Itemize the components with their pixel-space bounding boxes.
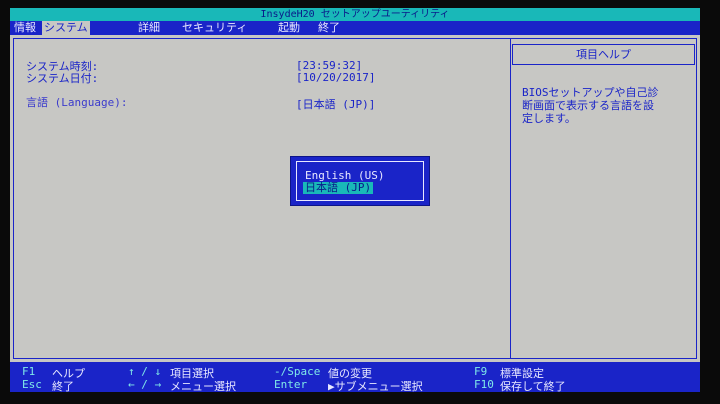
key-updown: ↑ / ↓ bbox=[128, 365, 162, 378]
language-value[interactable]: [日本語 (JP)] bbox=[296, 96, 375, 112]
key-f1: F1 bbox=[22, 365, 36, 378]
tab-security[interactable]: セキュリティ bbox=[180, 21, 249, 35]
help-header: 項目ヘルプ bbox=[512, 44, 695, 65]
help-line: BIOSセットアップや自己診 bbox=[522, 86, 659, 99]
system-date-label: システム日付: bbox=[26, 72, 99, 85]
help-line: 定します。 bbox=[522, 112, 576, 125]
window-title: InsydeH20 セットアップユーティリティ bbox=[10, 8, 700, 21]
key-esc-desc: 終了 bbox=[52, 380, 74, 393]
key-f9: F9 bbox=[474, 365, 488, 378]
tab-boot[interactable]: 起動 bbox=[276, 21, 302, 35]
key-f10-desc: 保存して終了 bbox=[500, 380, 566, 393]
key-f10: F10 bbox=[474, 378, 494, 391]
tab-advanced[interactable]: 詳細 bbox=[136, 21, 162, 35]
tab-info[interactable]: 情報 bbox=[12, 21, 38, 35]
tab-system[interactable]: システム bbox=[42, 21, 90, 35]
tab-exit[interactable]: 終了 bbox=[316, 21, 342, 35]
language-label: 言語 (Language): bbox=[26, 96, 128, 109]
popup-border: English (US) 日本語 (JP) bbox=[296, 161, 424, 201]
panel-divider bbox=[510, 38, 511, 359]
help-line: 断画面で表示する言語を設 bbox=[522, 99, 654, 112]
key-space: -/Space bbox=[274, 365, 321, 378]
key-leftright-desc: メニュー選択 bbox=[170, 380, 236, 393]
key-enter: Enter bbox=[274, 378, 308, 391]
key-esc: Esc bbox=[22, 378, 42, 391]
top-bar: InsydeH20 セットアップユーティリティ 情報 システム 詳細 セキュリテ… bbox=[10, 8, 700, 35]
key-enter-desc: ▶サブメニュー選択 bbox=[328, 380, 423, 393]
system-date-value[interactable]: [10/20/2017] bbox=[296, 71, 375, 84]
option-japanese[interactable]: 日本語 (JP) bbox=[303, 182, 374, 194]
menu-bar: 情報 システム 詳細 セキュリティ 起動 終了 bbox=[10, 21, 700, 35]
key-help-bar: F1 ヘルプ ↑ / ↓ 項目選択 -/Space 値の変更 F9 標準設定 E… bbox=[10, 362, 700, 393]
key-leftright: ← / → bbox=[128, 378, 162, 391]
bios-screen: InsydeH20 セットアップユーティリティ 情報 システム 詳細 セキュリテ… bbox=[10, 8, 700, 393]
help-text: BIOSセットアップや自己診 断画面で表示する言語を設 定します。 bbox=[522, 86, 692, 125]
language-popup: English (US) 日本語 (JP) bbox=[290, 156, 430, 206]
